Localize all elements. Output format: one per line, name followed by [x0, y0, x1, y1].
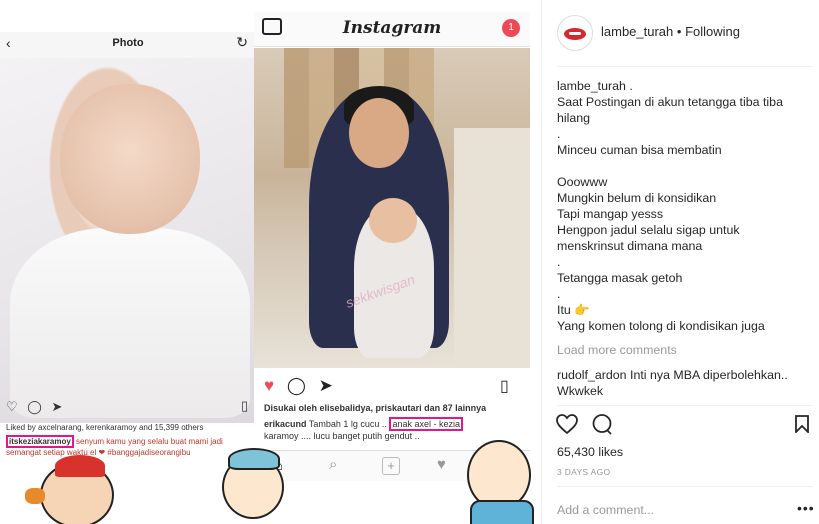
blue-outfit-sticker — [470, 500, 534, 524]
right-action-icons: ♥ ◯ ➤ — [264, 376, 333, 396]
grandma-baby-photo: sekkwisgan — [254, 48, 530, 368]
butterfly-sticker — [25, 488, 45, 504]
likes-count[interactable]: 65,430 likes — [557, 445, 623, 459]
left-action-icons: ♡ ◯ ➤ — [6, 399, 62, 415]
share-icon: ➤ — [51, 399, 63, 414]
following-button[interactable]: Following — [685, 24, 740, 39]
left-caption: itskeziakaramoy senyum kamu yang selalu … — [6, 435, 256, 458]
header-dot: • — [676, 24, 686, 39]
comment-item: rudolf_ardon Inti nya MBA diperbolehkan.… — [557, 367, 813, 399]
caption-highlight: anak axel - kezia — [389, 417, 463, 431]
more-options-icon[interactable]: ••• — [797, 500, 815, 516]
left-caption-user: itskeziakaramoy — [6, 435, 74, 448]
right-caption-user: erikacund — [264, 419, 307, 429]
left-title: Photo — [112, 37, 144, 49]
bookmark-icon: ▯ — [500, 378, 509, 395]
right-caption-rest: karamoy .... lucu banget putih gendut .. — [264, 431, 420, 441]
bookmark-icon: ▯ — [241, 398, 249, 413]
load-more-comments-link[interactable]: Load more comments — [557, 343, 677, 357]
baby-face — [60, 84, 200, 234]
post-header: lambe_turah • Following — [601, 24, 740, 39]
left-topbar: ‹ Photo ↻ — [0, 32, 256, 59]
red-bandana-sticker — [55, 455, 105, 477]
share-icon: ➤ — [318, 376, 333, 395]
heart-icon: ♥ — [437, 456, 446, 473]
search-icon: ⌕ — [329, 456, 338, 473]
baby-face-2 — [369, 198, 417, 243]
post-media[interactable]: ‹ Photo ↻ ♡ ◯ ➤ ▯ Liked by axcelnarang, … — [0, 0, 541, 524]
divider — [557, 66, 813, 67]
add-comment-input[interactable]: Add a comment... — [557, 503, 654, 517]
right-caption-text: Tambah 1 lg cucu .. — [308, 419, 387, 429]
reload-icon: ↻ — [236, 34, 248, 50]
woman-face — [349, 98, 409, 168]
add-post-icon: + — [382, 457, 400, 475]
heart-icon: ♡ — [6, 399, 18, 414]
right-topbar: Instagram 1 — [254, 12, 530, 47]
like-button[interactable] — [555, 413, 579, 440]
divider — [557, 486, 813, 487]
timestamp: 3 DAYS AGO — [557, 467, 611, 477]
username-link[interactable]: lambe_turah — [601, 24, 673, 39]
baby-photo — [0, 58, 256, 423]
blue-hat-sticker — [228, 448, 280, 470]
comment-username[interactable]: rudolf_ardon — [557, 368, 627, 382]
comment-bubble-icon — [592, 414, 612, 435]
instagram-logo: Instagram — [342, 18, 442, 38]
teeth-decoration — [569, 32, 581, 35]
bookmark-icon — [795, 415, 809, 435]
notification-badge: 1 — [502, 19, 520, 37]
avatar[interactable] — [557, 15, 593, 51]
sofa — [454, 128, 530, 368]
baby-blanket — [10, 228, 250, 418]
divider — [557, 405, 813, 406]
heart-filled-icon: ♥ — [264, 376, 275, 395]
comment-button[interactable] — [591, 413, 613, 440]
comment-icon: ◯ — [286, 376, 306, 395]
post-caption: lambe_turah . Saat Postingan di akun tet… — [557, 79, 783, 333]
right-likes: Disukai oleh elisebalidya, priskautari d… — [264, 403, 487, 413]
comment-icon: ◯ — [27, 399, 42, 414]
right-caption: erikacund Tambah 1 lg cucu .. anak axel … — [264, 417, 526, 442]
heart-outline-icon — [556, 414, 578, 435]
left-likes: Liked by axcelnarang, kerenkaramoy and 1… — [6, 423, 204, 432]
save-button[interactable] — [794, 415, 810, 438]
